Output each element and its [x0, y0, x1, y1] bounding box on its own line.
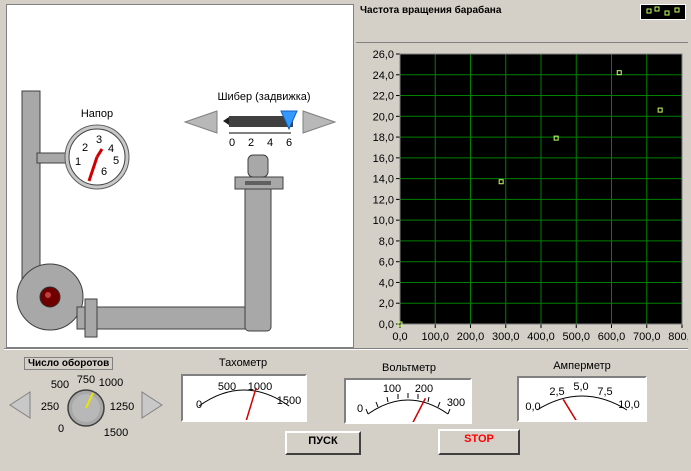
amp-scale-2-5: 2,5: [549, 386, 564, 398]
rpm-label-500: 500: [51, 379, 69, 391]
amp-scale-5: 5,0: [573, 381, 588, 393]
chart-title: Частота вращения барабана: [358, 4, 688, 18]
y-tick-label: 4,0: [379, 277, 394, 289]
valve-decrease-arrow-icon[interactable]: [183, 110, 218, 134]
volt-scale-100: 100: [383, 383, 401, 395]
valve-label: Шибер (задвижка): [217, 91, 310, 103]
rpm-increase-arrow-icon[interactable]: [141, 391, 163, 419]
start-button[interactable]: ПУСК: [285, 431, 361, 455]
tacho-scale-0: 0: [196, 399, 202, 411]
tacho-scale-500: 500: [218, 381, 236, 393]
pressure-scale-1: 1: [75, 156, 81, 168]
x-tick-label: 600,0: [598, 331, 626, 343]
chart-legend-icon: [640, 4, 686, 20]
pressure-scale-2: 2: [82, 142, 88, 154]
x-tick-label: 500,0: [562, 331, 590, 343]
pressure-label: Напор: [81, 108, 113, 120]
y-tick-label: 22,0: [373, 91, 394, 103]
valve-increase-arrow-icon[interactable]: [302, 110, 337, 134]
tachometer: 0 500 1000 1500: [181, 374, 307, 429]
x-tick-label: 300,0: [492, 331, 520, 343]
tacho-scale-1000: 1000: [248, 381, 272, 393]
valve-scale-2: 2: [248, 137, 254, 149]
voltmeter-label: Вольтметр: [381, 362, 436, 374]
valve-scale-0: 0: [229, 137, 235, 149]
rpm-label-250: 250: [41, 401, 59, 413]
ammeter-needle: [562, 398, 583, 431]
y-tick-label: 18,0: [373, 132, 394, 144]
pipe-flange: [84, 298, 98, 338]
amp-scale-10: 10,0: [618, 399, 639, 411]
pressure-scale-4: 4: [108, 143, 114, 155]
y-tick-label: 14,0: [373, 174, 394, 186]
left-vertical-pipe: [21, 90, 41, 290]
rpm-knob-control: 0 250 500 750 1000 1250 1500: [8, 372, 168, 439]
volt-scale-200: 200: [415, 383, 433, 395]
y-tick-label: 20,0: [373, 111, 394, 123]
pressure-scale-6: 6: [101, 166, 107, 178]
x-tick-label: 800,0: [668, 331, 688, 343]
valve-stem: [247, 154, 269, 178]
x-tick-label: 700,0: [633, 331, 661, 343]
rpm-label-1250: 1250: [110, 401, 134, 413]
tacho-scale-1500: 1500: [277, 395, 301, 407]
y-tick-label: 8,0: [379, 236, 394, 248]
rpm-decrease-arrow-icon[interactable]: [9, 391, 31, 419]
rpm-knob-title: Число оборотов: [24, 357, 114, 370]
pump-diagram-panel: 1 2 3 4 5 6 Напор Шибер (задвижка) 0 2 4…: [6, 4, 354, 348]
scatter-chart: 0,0 100,0 200,0 300,0 400,0 500,0 600,0 700,0 80…: [356, 44, 691, 346]
volt-scale-0: 0: [357, 403, 363, 415]
rpm-label-750: 750: [77, 374, 95, 386]
voltmeter-needle: [407, 397, 427, 433]
valve-scale-6: 6: [286, 137, 292, 149]
y-tick-label: 6,0: [379, 257, 394, 269]
volt-scale-300: 300: [447, 397, 465, 409]
amp-scale-0: 0,0: [525, 401, 540, 413]
pressure-scale-3: 3: [96, 134, 102, 146]
rpm-label-0: 0: [58, 423, 64, 435]
amp-scale-7-5: 7,5: [597, 386, 612, 398]
ammeter-label: Амперметр: [553, 360, 611, 372]
bottom-horizontal-pipe: [76, 306, 268, 330]
y-tick-label: 0,0: [379, 319, 394, 331]
x-tick-label: 0,0: [392, 331, 407, 343]
rpm-label-1000: 1000: [99, 377, 123, 389]
right-vertical-pipe: [244, 184, 272, 332]
voltmeter: 0 100 200 300: [344, 378, 472, 433]
y-tick-label: 24,0: [373, 70, 394, 82]
y-tick-label: 10,0: [373, 215, 394, 227]
x-tick-label: 100,0: [421, 331, 449, 343]
y-tick-label: 2,0: [379, 298, 394, 310]
pressure-scale-5: 5: [113, 155, 119, 167]
valve-slider-track[interactable]: [229, 116, 293, 127]
y-tick-label: 12,0: [373, 194, 394, 206]
y-tick-label: 16,0: [373, 153, 394, 165]
x-tick-label: 400,0: [527, 331, 555, 343]
ammeter: 0,0 2,5 5,0 7,5 10,0: [517, 376, 647, 431]
y-tick-label: 26,0: [373, 49, 394, 61]
rpm-label-1500: 1500: [104, 427, 128, 438]
x-tick-label: 200,0: [457, 331, 485, 343]
chart-title-text: Частота вращения барабана: [360, 5, 502, 16]
stop-button[interactable]: STOP: [438, 429, 520, 455]
tachometer-label: Тахометр: [218, 357, 268, 369]
scatter-chart-svg: 0,0 100,0 200,0 300,0 400,0 500,0 600,0 700,0 80…: [373, 49, 691, 343]
valve-scale-4: 4: [267, 137, 273, 149]
pump-diagram: 1 2 3 4 5 6 Напор Шибер (задвижка) 0 2 4…: [16, 90, 337, 338]
